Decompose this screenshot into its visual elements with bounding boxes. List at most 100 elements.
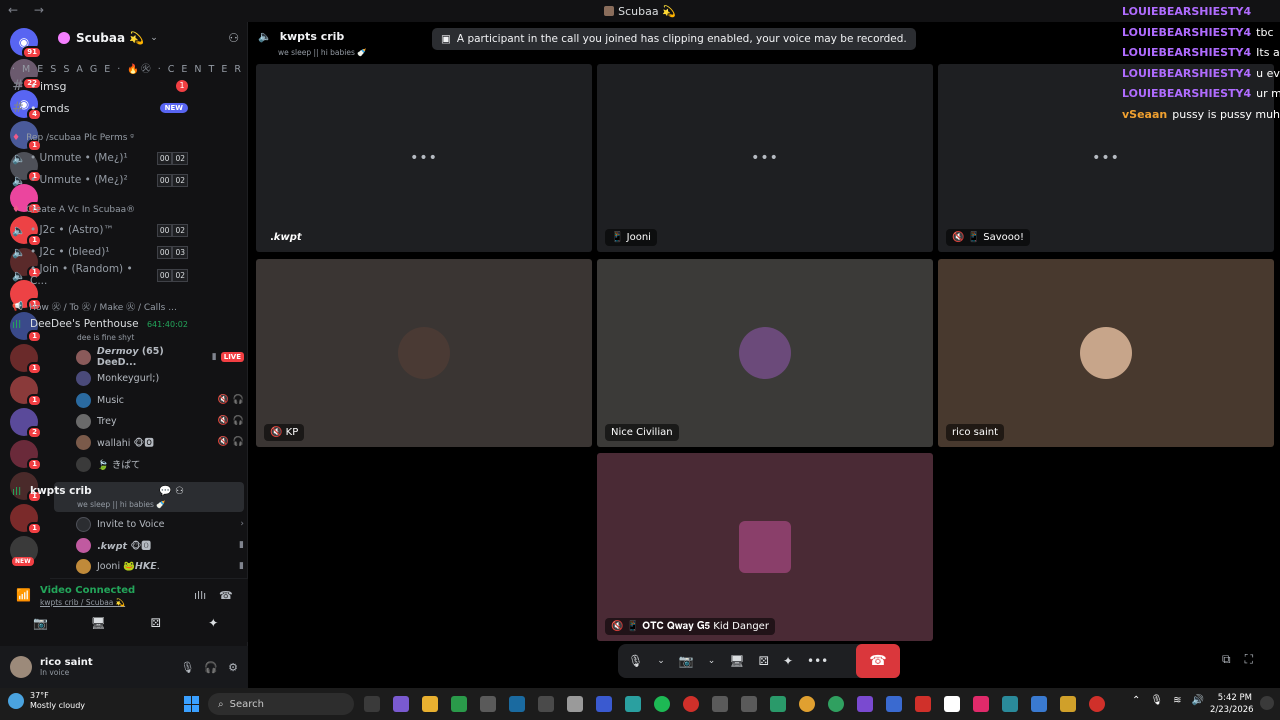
fullscreen-icon[interactable]: ⛶ <box>1245 652 1253 667</box>
voice-channel[interactable]: 🔈 • Unmute • (Me¿)¹ 00 02 <box>8 148 192 168</box>
video-tile[interactable]: rico saint <box>938 259 1274 447</box>
nav-arrows[interactable]: ← → <box>8 3 50 17</box>
steam-icon[interactable] <box>509 696 525 712</box>
user-status: In voice <box>40 668 70 677</box>
app-icon[interactable] <box>741 696 757 712</box>
settings-icon[interactable] <box>567 696 583 712</box>
app-icon[interactable] <box>1060 696 1076 712</box>
app-icon[interactable] <box>1031 696 1047 712</box>
microphone-icon[interactable]: 🎙 <box>1150 695 1163 706</box>
app-icon[interactable] <box>770 696 786 712</box>
voice-user[interactable]: 𝘿𝙚𝙧𝙢𝙤𝙮 (65) DeeD... ▮ LIVE <box>76 346 244 368</box>
voice-user[interactable]: 🍃 きぱて <box>76 454 244 474</box>
voice-location-link[interactable]: kwpts crib / Scubaa 💫 <box>40 598 125 607</box>
more-options-icon[interactable]: ••• <box>807 654 828 668</box>
speaker-icon: 🔈 <box>12 173 26 187</box>
voice-user[interactable]: Music 🔇 🎧 <box>76 390 244 410</box>
channel-cmds[interactable]: # • cmds NEW <box>8 98 192 118</box>
app-icon[interactable] <box>596 696 612 712</box>
voice-channel[interactable]: 🔈 • Unmute • (Me¿)² 00 02 <box>8 170 192 190</box>
app-icon[interactable] <box>480 696 496 712</box>
direct-messages-icon[interactable]: ◉ 91 <box>10 28 42 59</box>
category-create-vc[interactable]: ♦ Create A Vc In Scubaa® <box>12 205 135 215</box>
server-icon[interactable]: 2 <box>10 408 42 439</box>
voice-channel-penthouse[interactable]: ıll DeeDee's Penthouse 641:40:02 <box>8 314 192 334</box>
disconnect-icon[interactable]: ☎ <box>219 589 233 602</box>
settings-gear-icon[interactable]: ⚙ <box>228 661 238 674</box>
camera-off-icon[interactable]: 📷 <box>16 616 66 630</box>
camera-off-icon[interactable]: 📷 <box>679 654 694 668</box>
server-icon[interactable]: 1 <box>10 344 42 375</box>
soundboard-icon[interactable]: ✦ <box>188 616 238 630</box>
avatar[interactable] <box>10 656 32 678</box>
volume-icon[interactable]: 🔊 <box>1191 695 1203 706</box>
microphone-icon[interactable]: 🎙 <box>180 661 194 674</box>
weather-widget[interactable]: 37°F Mostly cloudy <box>8 691 85 711</box>
app-icon[interactable] <box>1002 696 1018 712</box>
chrome-icon[interactable] <box>799 696 815 712</box>
activities-icon[interactable]: ⚄ <box>131 616 181 630</box>
overlay-message: LOUIEBEARSHIESTY4 Its a <box>1122 46 1280 59</box>
voice-user[interactable]: .𝙠𝙬𝙥𝙩 🐵🅾 ▮ <box>76 535 244 555</box>
app-icon[interactable] <box>1089 696 1105 712</box>
chevron-down-icon[interactable]: ⌄ <box>657 656 665 666</box>
popout-icon[interactable]: ⧉ <box>1222 652 1231 667</box>
add-member-icon[interactable]: ⚇ <box>228 31 239 45</box>
voice-user[interactable]: Jooni 🐸𝙃𝙆𝙀. ▮ <box>76 556 244 576</box>
voice-user[interactable]: wallahi 🐵🅾 🔇 🎧 <box>76 432 244 452</box>
chevron-down-icon[interactable]: ⌄ <box>708 656 716 666</box>
user-info[interactable]: rico saint In voice <box>40 657 93 677</box>
category-message-center[interactable]: · M E S S A G E · 🔥㊋ · C E N T E R ™ · <box>12 61 270 75</box>
invite-to-voice[interactable]: Invite to Voice › <box>76 514 244 534</box>
video-tile[interactable]: 🔇 KP <box>256 259 592 447</box>
file-explorer-icon[interactable] <box>422 696 438 712</box>
soundboard-icon[interactable]: ✦ <box>783 654 793 668</box>
xbox-icon[interactable] <box>451 696 467 712</box>
app-icon[interactable] <box>538 696 554 712</box>
video-tile[interactable]: 🔇 📱 𝐎𝐓𝐂 𝐐𝐰𝐚𝐲 𝐆𝟓 Kid Danger <box>597 453 933 641</box>
activities-icon[interactable]: ⚄ <box>759 654 769 668</box>
app-icon[interactable] <box>712 696 728 712</box>
screen-share-icon[interactable]: 🖥 <box>729 654 744 668</box>
start-button[interactable] <box>184 696 200 712</box>
video-tile[interactable]: Nice Civilian <box>597 259 933 447</box>
server-icon[interactable]: 1 <box>10 376 42 407</box>
notification-icon[interactable] <box>1260 696 1274 710</box>
opera-icon[interactable] <box>683 696 699 712</box>
voice-channel-kwpts-crib[interactable]: ıll kwpts crib 💬 ⚇ <box>8 481 192 501</box>
category-rep[interactable]: ♦ Rep /scubaa Plc Perms ᵍ <box>12 133 134 143</box>
microphone-icon[interactable]: 🎙 <box>628 654 643 668</box>
deafened-icon: 🎧 <box>232 437 244 447</box>
chevron-up-icon[interactable]: ⌃ <box>1132 695 1140 706</box>
taskbar-search[interactable]: ⌕ Search <box>208 693 354 715</box>
edge-icon[interactable] <box>625 696 641 712</box>
voice-user[interactable]: Trey 🔇 🎧 <box>76 411 244 431</box>
task-view-icon[interactable] <box>364 696 380 712</box>
copilot-icon[interactable] <box>393 696 409 712</box>
guild-header[interactable]: Scubaa 💫 ⌄ ⚇ <box>50 22 247 54</box>
voice-user[interactable]: Monkeygurl;) <box>76 368 244 388</box>
server-icon[interactable]: 1 <box>10 440 42 471</box>
server-icon[interactable]: 1 <box>10 504 42 535</box>
chrome-icon[interactable] <box>828 696 844 712</box>
taskbar-clock[interactable]: 5:42 PM 2/23/2026 <box>1210 692 1254 716</box>
screen-share-icon[interactable]: 🖥 <box>73 616 123 630</box>
video-tile[interactable]: ••• .𝙠𝙬𝙥𝙩 <box>256 64 592 252</box>
channel-imsg[interactable]: # • imsg 1 <box>8 76 192 96</box>
video-tile[interactable]: ••• 📱 Jooni <box>597 64 933 252</box>
voice-channel[interactable]: 🔈 • J2c • (bleed)¹ 00 03 <box>8 242 192 262</box>
wifi-icon[interactable]: ≋ <box>1173 695 1181 706</box>
category-how-to[interactable]: 📢 How ㊋ / To ㊋ / Make ㊋ / Calls ... <box>12 300 177 314</box>
app-icon[interactable] <box>857 696 873 712</box>
voice-channel[interactable]: 🔈 • Join • (Random) • C... 00 02 <box>8 263 192 287</box>
voice-channel[interactable]: 🔈 • J2c • (Astro)™ 00 02 <box>8 220 192 240</box>
headphones-icon[interactable]: 🎧 <box>204 661 218 674</box>
app-icon[interactable] <box>915 696 931 712</box>
tiktok-icon[interactable] <box>973 696 989 712</box>
chat-icon[interactable]: 💬 ⚇ <box>159 486 184 497</box>
spotify-icon[interactable] <box>654 696 670 712</box>
hang-up-button[interactable]: ☎ <box>856 644 900 678</box>
noise-suppression-icon[interactable]: ıllı <box>194 589 206 602</box>
app-icon[interactable] <box>944 696 960 712</box>
app-icon[interactable] <box>886 696 902 712</box>
